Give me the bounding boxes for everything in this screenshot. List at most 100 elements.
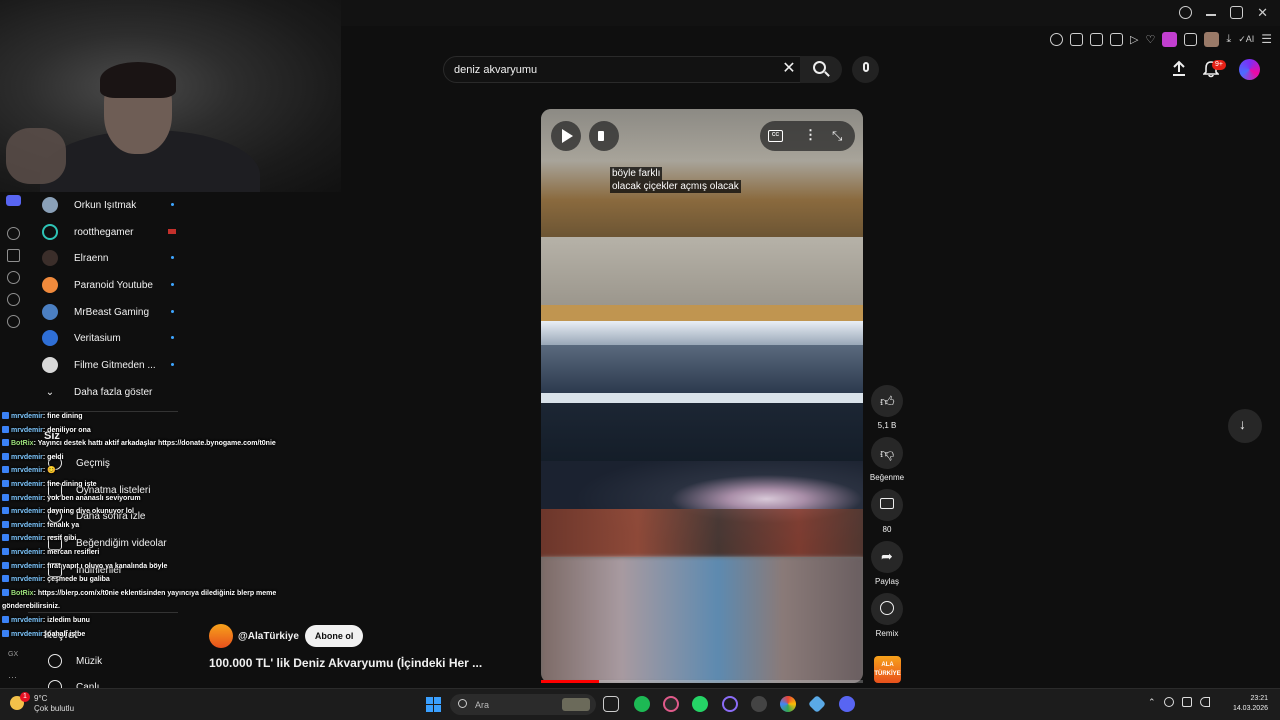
subscription-name: MrBeast Gaming xyxy=(74,306,150,318)
steam-icon[interactable] xyxy=(751,696,767,712)
caption-line: böyle farklı xyxy=(610,167,663,180)
profile-icon[interactable] xyxy=(1204,31,1220,47)
comments-button[interactable]: 80 xyxy=(871,489,903,534)
puzzle-icon[interactable] xyxy=(1184,32,1198,46)
emoji-icon[interactable] xyxy=(1049,32,1063,46)
play-button[interactable] xyxy=(551,121,581,151)
heart-icon[interactable]: ♡ xyxy=(1145,33,1155,46)
player-controls-left xyxy=(551,121,619,151)
subscription-item[interactable]: Filme Gitmeden ... xyxy=(42,352,174,378)
minimize-icon[interactable] xyxy=(1206,14,1217,16)
chat-message: BotRix: https://blerp.com/x/t0nie eklent… xyxy=(2,588,276,599)
rail-box-icon[interactable] xyxy=(7,293,20,306)
chat-username: mrvdemir xyxy=(11,535,43,543)
arrow-down-icon: ↓ xyxy=(1239,416,1246,432)
dislike-button[interactable]: 👎︎ Beğenme xyxy=(870,437,904,482)
chat-text: : çeşmede bu galiba xyxy=(42,576,110,584)
chat-username: mrvdemir xyxy=(11,576,43,584)
channel-name[interactable]: @AlaTürkiye xyxy=(238,631,299,642)
spotify-icon[interactable] xyxy=(634,696,650,712)
app-icon[interactable] xyxy=(722,696,738,712)
browser-app-icon[interactable] xyxy=(663,696,679,712)
subscription-item[interactable]: rootthegamer xyxy=(42,219,176,245)
search-query-text: deniz akvaryumu xyxy=(454,64,538,76)
taskbar-search[interactable]: Ara xyxy=(450,694,596,715)
chat-text: : Yayıncı destek hattı aktif arkadaşlar … xyxy=(33,440,276,448)
pin-icon[interactable] xyxy=(1069,32,1083,46)
subscription-item[interactable]: MrBeast Gaming xyxy=(42,299,174,325)
rail-settings-icon[interactable] xyxy=(7,315,20,328)
subscription-item[interactable]: Orkun Işıtmak xyxy=(42,192,174,218)
close-icon[interactable]: ✕ xyxy=(1257,6,1268,19)
chat-text: : deniliyor ona xyxy=(42,426,91,434)
subscribe-button[interactable]: Abone ol xyxy=(304,625,364,647)
new-content-dot xyxy=(171,203,174,206)
windows-start-icon[interactable] xyxy=(426,697,441,712)
play-icon[interactable]: ▷ xyxy=(1130,33,1138,46)
sidebar-item-music[interactable]: Müzik xyxy=(48,654,102,668)
channel-avatar xyxy=(42,357,58,373)
subscription-name: Veritasium xyxy=(74,332,121,344)
speaker-icon[interactable] xyxy=(1199,697,1210,707)
chat-text: : fenalık ya xyxy=(42,521,80,529)
chat-badge-icon xyxy=(2,439,9,447)
fullscreen-icon[interactable]: ⤡ xyxy=(832,128,842,144)
captions-button[interactable]: CC xyxy=(768,130,783,142)
sound-channel-thumbnail[interactable]: ALA TÜRKİYE xyxy=(874,656,901,683)
task-view-icon[interactable] xyxy=(603,696,619,712)
rail-play-icon[interactable] xyxy=(7,227,20,240)
chat-message: mrvdemir: fine dining xyxy=(2,412,83,422)
music-icon xyxy=(48,654,62,668)
rail-pin-icon[interactable] xyxy=(7,249,20,262)
chat-text: : resif gibi xyxy=(42,535,77,543)
shield-icon[interactable] xyxy=(1109,32,1123,46)
more-icon[interactable]: ··· xyxy=(8,672,17,682)
chrome-icon[interactable] xyxy=(780,696,796,712)
extension-icon[interactable] xyxy=(1162,31,1178,47)
chat-message: mrvdemir: fenalık ya xyxy=(2,520,80,531)
video-frame-blur-bottom xyxy=(541,557,863,683)
rail-clock-icon[interactable] xyxy=(7,271,20,284)
chat-text: : 😊 xyxy=(42,467,56,475)
channel-avatar xyxy=(42,250,58,266)
search-icon xyxy=(458,699,467,708)
thumbs-down-icon: 👎︎ xyxy=(880,445,895,461)
browser-search-icon[interactable] xyxy=(1179,6,1193,19)
network-icon[interactable] xyxy=(1181,697,1192,707)
search-input[interactable]: deniz akvaryumu xyxy=(443,56,809,83)
discord-icon[interactable] xyxy=(6,195,21,206)
user-avatar[interactable] xyxy=(1239,59,1260,80)
maximize-icon[interactable] xyxy=(1230,6,1244,19)
channel-avatar[interactable] xyxy=(209,624,233,648)
clear-search-icon[interactable]: ✕ xyxy=(779,59,799,79)
subscription-item[interactable]: Paranoid Youtube xyxy=(42,272,174,298)
chevron-up-icon[interactable]: ⌃ xyxy=(1148,697,1156,707)
ai-icon[interactable]: ✓AI xyxy=(1238,34,1254,45)
more-options-icon[interactable]: ⋮ xyxy=(804,127,817,143)
shorts-video-player[interactable] xyxy=(541,109,863,683)
discord-icon[interactable] xyxy=(839,696,855,712)
chat-message: mrvdemir: fırat yapıt ı oluyo ya kanalın… xyxy=(2,561,167,572)
subscription-item[interactable]: Veritasium xyxy=(42,325,174,351)
subscription-item[interactable]: Elraenn xyxy=(42,245,174,271)
volume-button[interactable] xyxy=(589,121,619,151)
menu-icon[interactable]: ☰ xyxy=(1261,32,1272,46)
chat-badge-icon xyxy=(2,588,9,596)
next-video-button[interactable]: ↓ xyxy=(1228,409,1262,443)
share-button[interactable]: ➦ Paylaş xyxy=(871,541,903,586)
subscription-name: Paranoid Youtube xyxy=(74,279,153,291)
taskbar-clock[interactable]: 23:21 14.03.2026 xyxy=(1233,694,1268,714)
player-controls-right: CC ⋮ ⤡ xyxy=(760,121,855,151)
chat-badge-icon xyxy=(2,466,9,474)
upload-icon[interactable] xyxy=(1170,60,1188,78)
download-icon[interactable]: ⤓ xyxy=(1226,33,1231,46)
remix-button[interactable]: Remix xyxy=(871,593,903,638)
like-button[interactable]: 👍︎ 5,1 B xyxy=(871,385,903,430)
video-title[interactable]: 100.000 TL' lik Deniz Akvaryumu (İçindek… xyxy=(209,656,482,670)
chat-username: mrvdemir xyxy=(11,617,43,624)
show-more-button[interactable]: ⌄ Daha fazla göster xyxy=(42,379,153,405)
chat-username: mrvdemir xyxy=(11,453,43,461)
microphone-icon[interactable] xyxy=(1163,697,1174,707)
camera-icon[interactable] xyxy=(1089,32,1103,46)
whatsapp-icon[interactable] xyxy=(692,696,708,712)
